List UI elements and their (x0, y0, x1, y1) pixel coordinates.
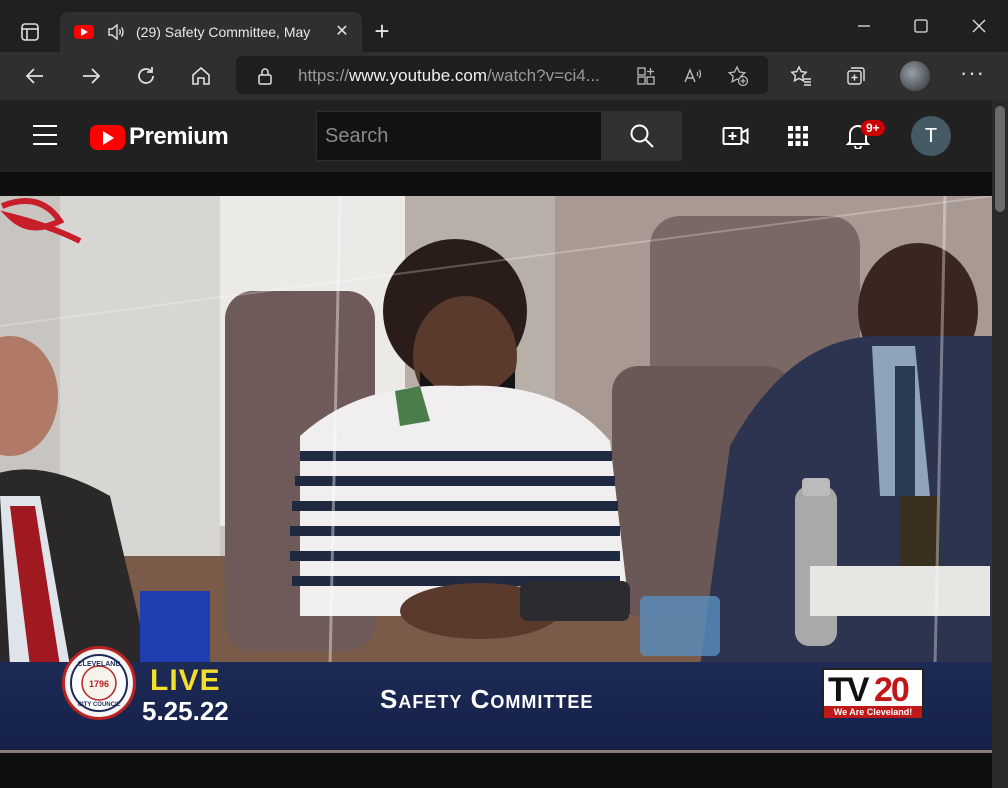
seal-text-bottom: CITY COUNCIL (78, 702, 121, 708)
tab-actions-button[interactable] (14, 16, 46, 48)
youtube-play-icon (90, 124, 125, 150)
add-favorite-icon[interactable] (726, 64, 750, 88)
seal-text-top: CLEVELAND (78, 661, 121, 668)
url-prefix: https:// (298, 66, 350, 85)
search-box[interactable] (316, 111, 602, 161)
home-button[interactable] (185, 60, 217, 92)
favorites-button[interactable] (785, 60, 817, 92)
back-button[interactable] (19, 60, 51, 92)
live-label: LIVE (150, 664, 221, 697)
collections-button[interactable] (840, 60, 872, 92)
program-title: Safety Committee (380, 684, 594, 714)
forward-button[interactable] (75, 60, 107, 92)
browser-profile-avatar[interactable] (900, 61, 930, 91)
apps-grid-icon (788, 126, 808, 146)
channel-tagline: We Are Cleveland! (824, 706, 922, 718)
browser-tab-active[interactable]: (29) Safety Committee, May ✕ (60, 12, 362, 52)
url-text[interactable]: https://www.youtube.com/watch?v=ci4... (298, 66, 600, 86)
create-video-button[interactable] (722, 122, 750, 150)
youtube-premium-logo[interactable]: Premium (90, 123, 229, 151)
video-player[interactable]: CLEVELAND 1796 CITY COUNCIL LIVE 5.25.22… (0, 196, 992, 753)
lock-icon[interactable] (256, 66, 274, 86)
arrow-right-icon (83, 68, 101, 84)
app-available-icon[interactable] (634, 64, 658, 88)
notification-count-badge: 9+ (861, 120, 885, 136)
maximize-button[interactable] (905, 10, 937, 42)
close-window-button[interactable] (963, 10, 995, 42)
youtube-header: Premium T (0, 100, 992, 172)
tab-title: (29) Safety Committee, May (136, 24, 311, 40)
browser-toolbar: https://www.youtube.com/watch?v=ci4... ·… (0, 52, 1008, 100)
search-input[interactable] (317, 112, 601, 160)
apps-button[interactable] (784, 122, 812, 150)
youtube-favicon-icon (74, 25, 94, 39)
tv20-channel-logo: TV 20 We Are Cleveland! (822, 668, 924, 718)
search-icon (630, 124, 654, 148)
favorites-list-icon (790, 65, 811, 86)
tab-close-icon[interactable]: ✕ (332, 22, 352, 42)
url-host: www.youtube.com (349, 66, 487, 85)
cleveland-city-council-seal: CLEVELAND 1796 CITY COUNCIL (62, 646, 136, 720)
minimize-icon (858, 25, 870, 27)
user-avatar[interactable]: T (911, 116, 951, 156)
hamburger-menu-icon[interactable] (33, 125, 57, 145)
page-scrollbar[interactable] (992, 100, 1008, 788)
create-video-icon (722, 127, 749, 145)
logo-text: Premium (129, 123, 229, 150)
seal-year: 1796 (89, 679, 109, 689)
video-frame-image (0, 196, 992, 666)
broadcast-date: 5.25.22 (142, 696, 229, 726)
search-button[interactable] (602, 111, 682, 161)
refresh-button[interactable] (130, 60, 162, 92)
channel-tv-text: TV (828, 671, 869, 709)
refresh-icon (138, 67, 154, 84)
minimize-button[interactable] (848, 10, 880, 42)
read-aloud-icon[interactable] (680, 64, 704, 88)
tab-actions-icon (21, 23, 39, 41)
collections-icon (847, 67, 865, 85)
scrollbar-thumb[interactable] (995, 106, 1005, 212)
settings-more-button[interactable]: ··· (960, 60, 985, 86)
speaker-icon[interactable] (106, 22, 126, 42)
address-bar[interactable]: https://www.youtube.com/watch?v=ci4... (236, 56, 768, 94)
url-path: /watch?v=ci4... (486, 66, 600, 85)
arrow-left-icon (25, 68, 43, 84)
new-tab-button[interactable]: + (368, 18, 396, 46)
home-icon (192, 66, 210, 85)
browser-tab-strip: (29) Safety Committee, May ✕ + (0, 0, 1008, 52)
close-window-icon (972, 19, 986, 33)
channel-number: 20 (874, 671, 910, 709)
maximize-icon (914, 19, 928, 33)
